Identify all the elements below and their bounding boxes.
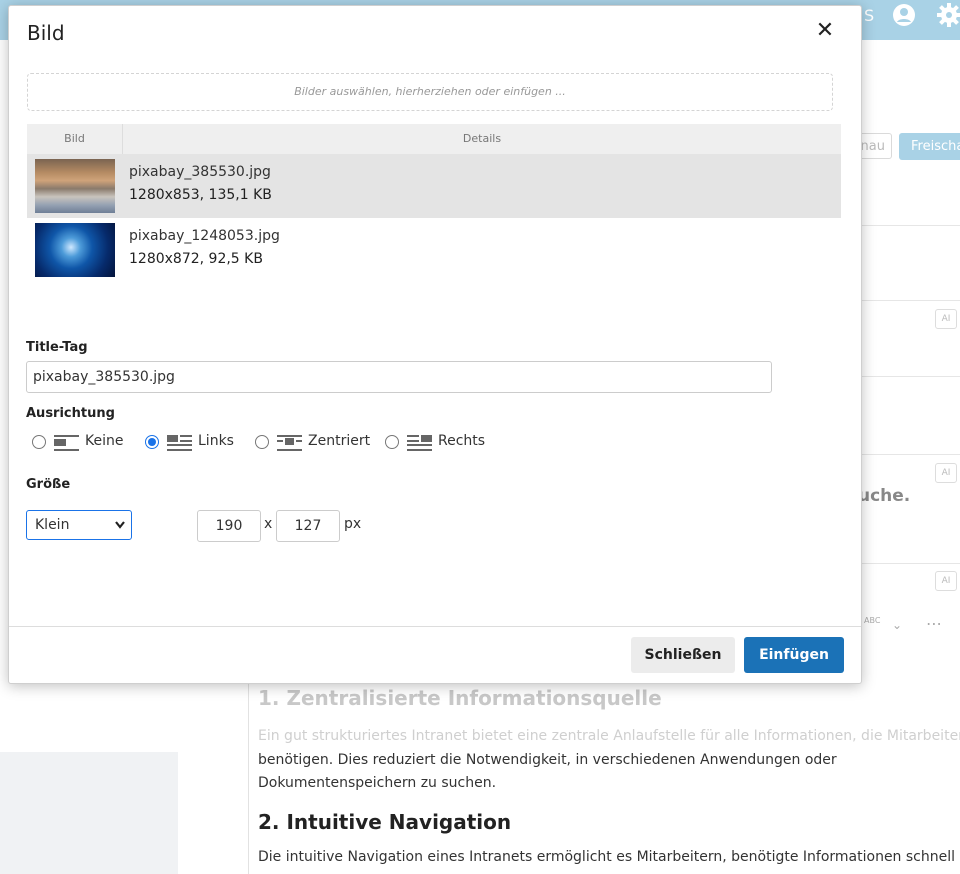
- left-column: [0, 683, 178, 752]
- size-label: Größe: [26, 477, 71, 492]
- image-thumbnail: [35, 223, 115, 277]
- image-details: 1280x872, 92,5 KB: [129, 251, 263, 267]
- dialog-title: Bild: [27, 21, 65, 45]
- section-heading-partial: uche.: [858, 486, 911, 506]
- alignment-option-label: Keine: [85, 433, 124, 449]
- title-tag-input[interactable]: [26, 361, 772, 393]
- table-row[interactable]: pixabay_385530.jpg 1280x853, 135,1 KB: [27, 154, 841, 218]
- size-preset-select[interactable]: Klein: [26, 510, 132, 540]
- column-header-image: Bild: [27, 124, 123, 154]
- align-left-icon: [167, 435, 192, 451]
- divider: [860, 454, 960, 455]
- radio-button[interactable]: [385, 435, 399, 449]
- chevron-down-icon[interactable]: ⌄: [892, 618, 902, 632]
- ai-icon[interactable]: AI: [935, 571, 957, 591]
- image-thumbnail: [35, 159, 115, 213]
- radio-button[interactable]: [255, 435, 269, 449]
- alignment-option-center[interactable]: Zentriert: [255, 432, 375, 454]
- divider: [860, 563, 960, 564]
- image-filename: pixabay_385530.jpg: [129, 164, 271, 180]
- insert-button[interactable]: Einfügen: [744, 637, 844, 673]
- alignment-option-label: Links: [198, 433, 234, 449]
- image-dropzone[interactable]: Bilder auswählen, hierherziehen oder ein…: [27, 73, 833, 111]
- article-paragraph-2: Die intuitive Navigation eines Intranets…: [258, 849, 960, 865]
- gear-icon[interactable]: [936, 2, 960, 34]
- alignment-option-none[interactable]: Keine: [32, 432, 142, 454]
- align-right-icon: [407, 435, 432, 451]
- radio-button-selected[interactable]: [145, 435, 159, 449]
- chevron-down-icon: [114, 511, 126, 550]
- column-header-details: Details: [462, 132, 502, 145]
- align-center-icon: [277, 435, 302, 451]
- divider: [860, 376, 960, 377]
- width-input[interactable]: 190: [197, 510, 261, 542]
- radio-button[interactable]: [32, 435, 46, 449]
- height-input[interactable]: 127: [276, 510, 340, 542]
- left-sidebar: [0, 752, 178, 874]
- alignment-option-right[interactable]: Rechts: [385, 432, 495, 454]
- editor-toolbar: ABC ⌄ ⋯: [860, 612, 960, 640]
- unit-label: px: [344, 516, 362, 532]
- footer-divider: [9, 626, 861, 627]
- ai-icon[interactable]: AI: [935, 463, 957, 483]
- title-tag-label: Title-Tag: [26, 340, 88, 355]
- ai-icon[interactable]: AI: [935, 309, 957, 329]
- spellcheck-icon[interactable]: ABC: [864, 616, 880, 625]
- my-account-icon[interactable]: [891, 2, 917, 34]
- content-divider: [248, 683, 249, 874]
- alignment-option-left[interactable]: Links: [145, 432, 245, 454]
- publish-button[interactable]: Freischa: [899, 133, 960, 160]
- divider: [860, 225, 960, 226]
- close-icon[interactable]: ✕: [813, 19, 837, 43]
- image-details: 1280x853, 135,1 KB: [129, 187, 272, 203]
- image-table: Bild Details pixabay_385530.jpg 1280x853…: [27, 124, 841, 282]
- article-paragraph-faded: Ein gut strukturiertes Intranet bietet e…: [258, 728, 960, 744]
- table-header: Bild Details: [27, 124, 841, 154]
- article-paragraph-1: benötigen. Dies reduziert die Notwendigk…: [258, 752, 837, 791]
- image-filename: pixabay_1248053.jpg: [129, 228, 280, 244]
- alignment-option-label: Rechts: [438, 433, 486, 449]
- header-letter: S: [864, 6, 875, 25]
- dimension-separator: x: [264, 516, 273, 532]
- article-heading-2: 2. Intuitive Navigation: [258, 810, 512, 834]
- more-options-icon[interactable]: ⋯: [926, 614, 942, 633]
- alignment-option-label: Zentriert: [308, 433, 371, 449]
- table-row[interactable]: pixabay_1248053.jpg 1280x872, 92,5 KB: [27, 218, 841, 282]
- size-preset-value: Klein: [35, 517, 70, 533]
- divider: [860, 300, 960, 301]
- alignment-label: Ausrichtung: [26, 406, 115, 421]
- image-dialog: Bild ✕ Bilder auswählen, hierherziehen o…: [8, 5, 862, 684]
- align-none-icon: [54, 435, 79, 451]
- close-button[interactable]: Schließen: [631, 637, 735, 673]
- article-heading-1: 1. Zentralisierte Informationsquelle: [258, 686, 662, 710]
